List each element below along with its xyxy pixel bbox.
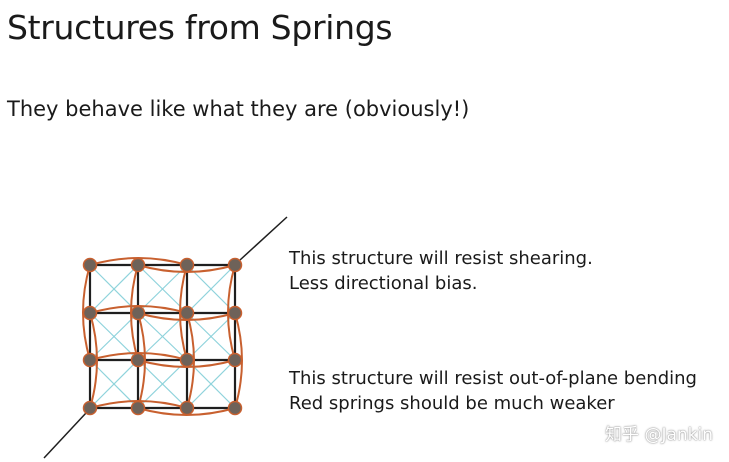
shear-springs [89, 264, 236, 409]
mass-node [179, 400, 195, 416]
mass-node [82, 400, 98, 416]
bending-caption-line-1: This structure will resist out-of-plane … [289, 368, 697, 389]
bend-indicator-line-top [239, 216, 288, 261]
bend-indicator-line-bottom [43, 412, 87, 459]
shear-caption: This structure will resist shearing. Les… [289, 246, 593, 296]
mass-node [82, 352, 98, 368]
shear-caption-line-2: Less directional bias. [289, 273, 478, 294]
mass-node [227, 257, 243, 273]
mass-node [130, 352, 146, 368]
mass-node [227, 400, 243, 416]
zhihu-watermark: 知乎 @Jankin [605, 425, 713, 445]
bending-caption: This structure will resist out-of-plane … [289, 366, 697, 416]
mass-node [179, 305, 195, 321]
mass-node [82, 257, 98, 273]
mass-node [130, 400, 146, 416]
mass-node [179, 257, 195, 273]
mass-node [82, 305, 98, 321]
mass-node [227, 305, 243, 321]
mass-node [227, 352, 243, 368]
shear-caption-line-1: This structure will resist shearing. [289, 248, 593, 269]
mass-node [130, 257, 146, 273]
mass-node [130, 305, 146, 321]
bending-caption-line-2: Red springs should be much weaker [289, 393, 615, 414]
mass-node [179, 352, 195, 368]
